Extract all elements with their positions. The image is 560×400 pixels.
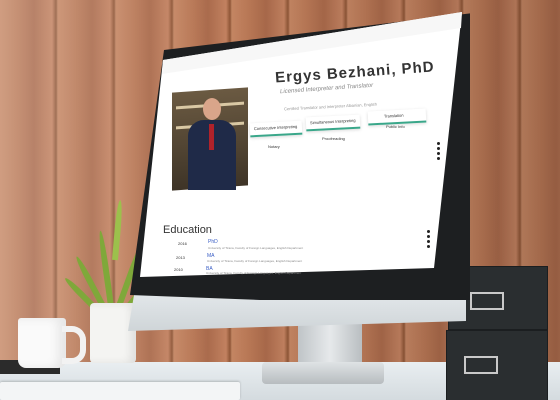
education-detail: University of Tirana, Faculty of Foreign… (208, 246, 304, 250)
education-detail: University of Tirana, Faculty of Foreign… (206, 271, 302, 275)
simultaneous-interpreting-button[interactable]: Simultaneous Interpreting (305, 114, 361, 132)
photo-scene: Ergys Bezhani, PhD Licensed Interpreter … (0, 0, 560, 400)
person-tie (209, 124, 214, 150)
menu-dots-icon[interactable] (437, 142, 440, 162)
consecutive-interpreting-button[interactable]: Consecutive Interpreting (249, 120, 303, 138)
education-detail: University of Tirana, Faculty of Foreign… (207, 259, 303, 263)
proofreading-link[interactable]: Proofreading (322, 136, 345, 141)
menu-dots-icon-2[interactable] (427, 230, 430, 250)
person-head (203, 98, 221, 120)
monitor-screen: Ergys Bezhani, PhD Licensed Interpreter … (0, 0, 560, 400)
education-degree: PhD (208, 239, 218, 245)
education-heading: Education (163, 224, 212, 236)
education-year: 2016 (178, 241, 187, 246)
public-info-link[interactable]: Public Info (386, 124, 405, 129)
education-year: 2010 (174, 267, 183, 272)
education-year: 2013 (176, 255, 185, 260)
notary-link[interactable]: Notary (268, 144, 280, 149)
website-page (140, 12, 462, 277)
